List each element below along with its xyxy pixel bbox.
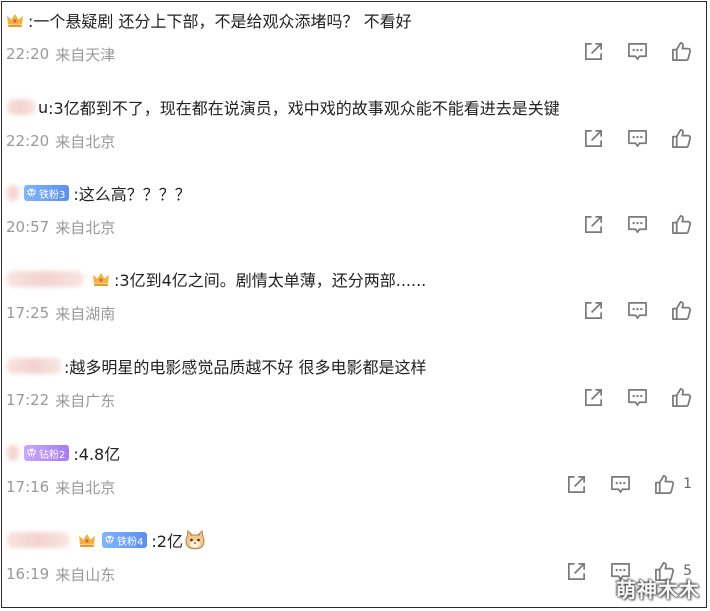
comment-icon (627, 129, 647, 147)
comment-icon (627, 301, 647, 319)
share-button[interactable] (565, 473, 587, 495)
comment-button[interactable] (626, 386, 648, 408)
thumbs-up-icon (671, 128, 691, 148)
share-icon (584, 301, 602, 319)
thumbs-up-icon (671, 41, 691, 61)
comment-location: 来自广东 (55, 391, 116, 410)
crown-icon (92, 271, 110, 287)
comment-time: 16:19 (6, 565, 50, 583)
comment-button[interactable] (626, 40, 648, 62)
cat-emoji-icon (184, 529, 206, 551)
comment-list: :一个悬疑剧 还分上下部，不是给观众添堵吗？ 不看好 22:20 来自天津 u (1, 1, 707, 608)
blurred-username (6, 185, 20, 201)
comment-item: u :3亿都到不了，现在都在说演员，戏中戏的故事观众能不能看进去是关键 22:2… (6, 89, 702, 175)
fan-badge: 铁粉4 (102, 532, 148, 548)
comment-item: 铁粉3 :这么高？？？？ 20:57 来自北京 (6, 175, 702, 261)
like-button[interactable] (670, 127, 692, 149)
comment-icon (627, 215, 647, 233)
fan-badge: 钻粉2 (24, 445, 70, 461)
blurred-username (6, 99, 36, 115)
blurred-username (6, 445, 20, 461)
comment-location: 来自北京 (55, 132, 116, 151)
comment-location: 来自湖南 (55, 304, 116, 323)
crown-icon (78, 532, 96, 548)
share-icon (567, 475, 585, 493)
comment-location: 来自天津 (55, 45, 116, 64)
like-button[interactable]: 1 (653, 473, 692, 495)
thumbs-up-icon (671, 387, 691, 407)
like-button[interactable] (670, 299, 692, 321)
comment-text: :越多明星的电影感觉品质越不好 很多电影都是这样 (64, 358, 427, 377)
comment-text: :3亿到4亿之间。剧情太单薄，还分两部...... (114, 271, 427, 290)
comment-location: 来自北京 (55, 218, 116, 237)
blurred-username (6, 532, 70, 548)
share-button[interactable] (582, 386, 604, 408)
comment-text: :3亿都到不了，现在都在说演员，戏中戏的故事观众能不能看进去是关键 (48, 99, 560, 118)
comment-location: 来自北京 (55, 478, 116, 497)
share-button[interactable] (582, 127, 604, 149)
comment-time: 17:25 (6, 304, 50, 322)
share-button[interactable] (582, 40, 604, 62)
comment-text: :这么高？？？？ (73, 185, 191, 204)
comment-text: :2亿 (151, 532, 183, 551)
like-button[interactable] (670, 213, 692, 235)
fan-badge: 铁粉3 (24, 185, 70, 201)
badge-label: 铁粉4 (117, 536, 144, 548)
share-button[interactable] (565, 560, 587, 582)
share-icon (584, 388, 602, 406)
share-icon (567, 562, 585, 580)
comment-time: 17:16 (6, 478, 50, 496)
comment-item: :3亿到4亿之间。剧情太单薄，还分两部...... 17:25 来自湖南 (6, 261, 702, 347)
comment-button[interactable] (626, 213, 648, 235)
comment-item: 铁粉4 :2亿 16:19 来自山东 5 (6, 522, 702, 608)
like-button[interactable] (670, 386, 692, 408)
share-button[interactable] (582, 213, 604, 235)
share-button[interactable] (582, 299, 604, 321)
blurred-username (6, 358, 62, 374)
comment-item: 钻粉2 :4.8亿 17:16 来自北京 1 (6, 435, 702, 521)
thumbs-up-icon (671, 300, 691, 320)
comment-button[interactable] (626, 299, 648, 321)
comment-text: :4.8亿 (73, 445, 121, 464)
badge-label: 铁粉3 (39, 189, 66, 201)
comment-item: :一个悬疑剧 还分上下部，不是给观众添堵吗？ 不看好 22:20 来自天津 (6, 2, 702, 88)
like-count: 1 (683, 476, 692, 492)
share-icon (584, 42, 602, 60)
thumbs-up-icon (654, 474, 674, 494)
badge-label: 钻粉2 (39, 449, 66, 461)
watermark: 萌神木木 (616, 578, 700, 602)
username-fragment[interactable]: u (38, 98, 48, 117)
comment-location: 来自山东 (55, 565, 116, 584)
comment-item: :越多明星的电影感觉品质越不好 很多电影都是这样 17:22 来自广东 (6, 348, 702, 434)
comment-time: 20:57 (6, 218, 50, 236)
comment-time: 17:22 (6, 391, 50, 409)
blurred-username (6, 271, 84, 287)
comment-button[interactable] (626, 127, 648, 149)
comment-time: 22:20 (6, 45, 50, 63)
comment-button[interactable] (609, 473, 631, 495)
like-button[interactable] (670, 40, 692, 62)
comment-icon (627, 42, 647, 60)
comment-time: 22:20 (6, 132, 50, 150)
comment-text: :一个悬疑剧 还分上下部，不是给观众添堵吗？ 不看好 (28, 12, 412, 31)
crown-icon (6, 12, 24, 28)
comment-icon (627, 388, 647, 406)
share-icon (584, 215, 602, 233)
comment-icon (610, 475, 630, 493)
thumbs-up-icon (671, 214, 691, 234)
share-icon (584, 129, 602, 147)
